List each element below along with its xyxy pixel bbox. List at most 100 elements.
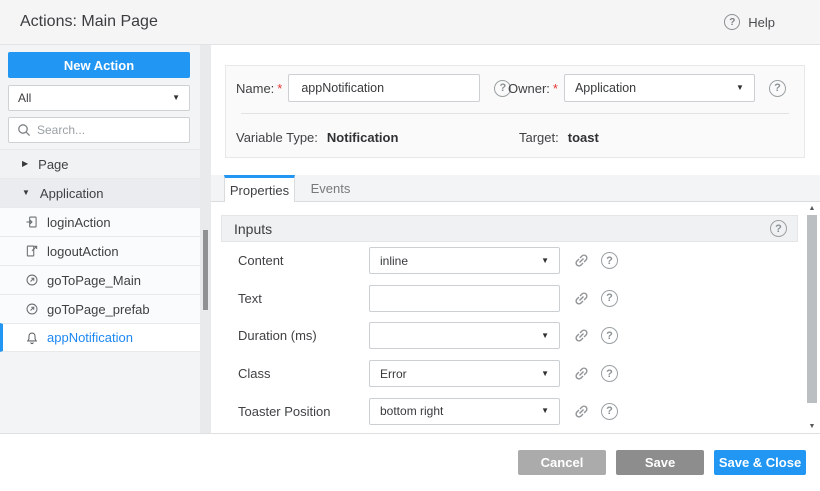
bind-link-icon[interactable] (573, 327, 590, 344)
dropdown-caret-icon: ▼ (541, 257, 549, 265)
dropdown-caret-icon: ▼ (541, 332, 549, 340)
detail-tabbar: Properties Events (211, 175, 820, 202)
chevron-down-icon[interactable]: ▼ (22, 189, 30, 197)
login-icon (25, 215, 39, 229)
tree-item-label: goToPage_prefab (47, 302, 150, 317)
class-select-value: Error (380, 367, 407, 381)
cancel-button[interactable]: Cancel (518, 450, 606, 475)
dropdown-caret-icon: ▼ (172, 94, 180, 102)
search-box[interactable] (8, 117, 190, 143)
input-row-content: Content inline ▼ ? (221, 242, 798, 280)
required-marker: * (277, 81, 282, 96)
duration-label: Duration (ms) (238, 328, 369, 343)
input-row-duration: Duration (ms) ▼ ? (221, 317, 798, 355)
help-icon: ? (724, 14, 740, 30)
owner-select-value: Application (575, 81, 636, 95)
bind-link-icon[interactable] (573, 365, 590, 382)
scroll-down-icon[interactable]: ▼ (806, 423, 818, 430)
logout-icon (25, 244, 39, 258)
bell-icon (25, 331, 39, 345)
tree-group-label: Application (40, 186, 104, 201)
inputs-section-title: Inputs (234, 221, 272, 237)
inputs-section-header: Inputs ? (221, 215, 798, 242)
toaster-position-help-icon[interactable]: ? (601, 403, 618, 420)
actions-sidebar: New Action All ▼ ▶ Page ▼ Application (0, 45, 200, 433)
filter-select[interactable]: All ▼ (8, 85, 190, 111)
owner-help-icon[interactable]: ? (769, 80, 786, 97)
input-row-toaster-position: Toaster Position bottom right ▼ ? (221, 392, 798, 430)
tree-item-appnotification[interactable]: appNotification (0, 323, 200, 352)
text-label: Text (238, 291, 369, 306)
sidebar-scrollbar-thumb[interactable] (203, 230, 208, 310)
owner-select[interactable]: Application ▼ (564, 74, 755, 102)
bind-link-icon[interactable] (573, 252, 590, 269)
save-button[interactable]: Save (616, 450, 704, 475)
text-input-field[interactable] (369, 285, 560, 312)
target-value: toast (568, 130, 599, 145)
tree-item-label: logoutAction (47, 244, 119, 259)
save-close-button[interactable]: Save & Close (714, 450, 806, 475)
help-link[interactable]: ? Help (724, 14, 775, 30)
name-label: Name: (236, 81, 274, 96)
toaster-position-select[interactable]: bottom right ▼ (369, 398, 560, 425)
dropdown-caret-icon: ▼ (541, 370, 549, 378)
search-input[interactable] (37, 123, 177, 137)
input-row-class: Class Error ▼ ? (221, 355, 798, 393)
tree-group-page[interactable]: ▶ Page (0, 149, 200, 178)
tree-item-logoutaction[interactable]: logoutAction (0, 236, 200, 265)
tree-item-gotopage-main[interactable]: goToPage_Main (0, 265, 200, 294)
duration-select[interactable]: ▼ (369, 322, 560, 349)
bind-link-icon[interactable] (573, 403, 590, 420)
content-help-icon[interactable]: ? (601, 252, 618, 269)
tree-group-label: Page (38, 157, 68, 172)
app-header: Actions: Main Page ? Help (0, 0, 820, 45)
scroll-up-icon[interactable]: ▲ (806, 205, 818, 212)
card-divider (241, 113, 789, 114)
search-icon (17, 123, 31, 137)
toaster-position-label: Toaster Position (238, 404, 369, 419)
tab-events[interactable]: Events (295, 175, 366, 201)
sidebar-scrollbar[interactable] (200, 45, 211, 433)
goto-page-icon (25, 273, 39, 287)
dropdown-caret-icon: ▼ (736, 84, 744, 92)
filter-select-value: All (18, 91, 31, 105)
dropdown-caret-icon: ▼ (541, 407, 549, 415)
toaster-position-select-value: bottom right (380, 404, 443, 418)
main-scrollbar-thumb[interactable] (807, 215, 817, 403)
tree-item-label: goToPage_Main (47, 273, 141, 288)
bind-link-icon[interactable] (573, 290, 590, 307)
content-label: Content (238, 253, 369, 268)
goto-page-icon (25, 302, 39, 316)
tree-item-label: loginAction (47, 215, 111, 230)
tree-item-loginaction[interactable]: loginAction (0, 207, 200, 236)
inputs-section: Inputs ? Content inline ▼ ? Text (221, 215, 798, 430)
name-input[interactable] (288, 74, 480, 102)
required-marker: * (553, 81, 558, 96)
action-detail-panel: Name: * ? Owner: * Application ▼ ? (211, 45, 820, 433)
target-label: Target: (519, 130, 559, 145)
actions-tree: ▶ Page ▼ Application loginAction logoutA… (0, 149, 200, 352)
variable-type-value: Notification (327, 130, 399, 145)
text-input[interactable] (380, 291, 549, 305)
new-action-button[interactable]: New Action (8, 52, 190, 78)
chevron-right-icon[interactable]: ▶ (22, 160, 28, 168)
content-select-value: inline (380, 254, 408, 268)
page-title: Actions: Main Page (20, 13, 158, 31)
tree-item-gotopage-prefab[interactable]: goToPage_prefab (0, 294, 200, 323)
main-scrollbar[interactable]: ▲ ▼ (806, 202, 818, 433)
tree-group-application[interactable]: ▼ Application (0, 178, 200, 207)
action-footer: Cancel Save Save & Close (0, 433, 820, 491)
input-row-text: Text ? (221, 280, 798, 318)
text-help-icon[interactable]: ? (601, 290, 618, 307)
help-label: Help (748, 15, 775, 30)
tab-properties[interactable]: Properties (224, 175, 295, 202)
owner-label: Owner: (508, 81, 550, 96)
class-help-icon[interactable]: ? (601, 365, 618, 382)
duration-help-icon[interactable]: ? (601, 327, 618, 344)
class-select[interactable]: Error ▼ (369, 360, 560, 387)
inputs-help-icon[interactable]: ? (770, 220, 787, 237)
tree-item-label: appNotification (47, 330, 133, 345)
class-label: Class (238, 366, 369, 381)
content-select[interactable]: inline ▼ (369, 247, 560, 274)
variable-type-label: Variable Type: (236, 130, 318, 145)
